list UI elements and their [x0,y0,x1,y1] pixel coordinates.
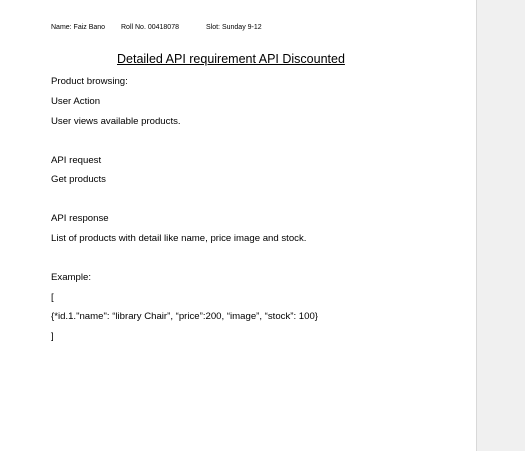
api-request-label: API request [51,155,102,166]
document-page: Name: Faiz Bano Roll No. 00418078 Slot: … [0,0,476,451]
api-response-label: API response [51,213,109,224]
user-action-text: User views available products. [51,116,181,127]
product-browsing-heading: Product browsing: [51,76,128,87]
user-action-label: User Action [51,96,101,107]
api-response-text: List of products with detail like name, … [51,233,307,244]
slot: Slot: Sunday 9-12 [206,24,262,31]
roll-number: Roll No. 00418078 [121,24,179,31]
example-label: Example: [51,272,91,283]
example-close-bracket: ] [51,331,54,342]
api-request-text: Get products [51,174,106,185]
example-open-bracket: [ [51,292,54,303]
document-title: Detailed API requirement API Discounted [117,52,345,66]
example-json-object: {*id.1."name": “library Chair”, “price”:… [51,311,319,322]
side-panel [476,0,525,451]
student-name: Name: Faiz Bano [51,24,106,31]
